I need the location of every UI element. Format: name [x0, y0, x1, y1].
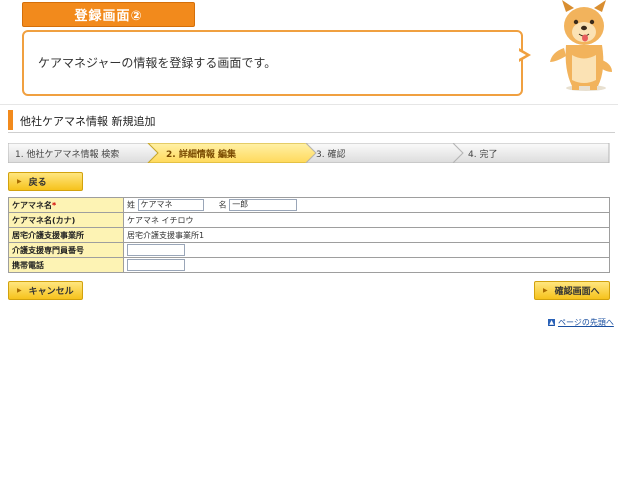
title-divider — [8, 132, 615, 133]
mobile-input[interactable] — [127, 259, 185, 271]
step-3: 3. 確認 — [316, 149, 346, 160]
kana-value: ケアマネ イチロウ — [123, 212, 610, 228]
speech-bubble-text: ケアマネジャーの情報を登録する画面です。 — [38, 56, 277, 70]
triangle-right-icon: ▶ — [543, 287, 548, 294]
caremanager-form: ケアマネ名* 姓 ケアマネ 名 一郎 ケアマネ名(カナ) ケアマネ イチロウ 居… — [8, 197, 610, 273]
last-name-input[interactable]: ケアマネ — [137, 199, 204, 211]
form-row-kana: ケアマネ名(カナ) ケアマネ イチロウ — [8, 212, 610, 228]
name-cell: 姓 ケアマネ 名 一郎 — [123, 197, 610, 213]
progress-steps: 1. 他社ケアマネ情報 検索 2. 詳細情報 編集 3. 確認 4. 完了 — [8, 143, 610, 163]
triangle-right-icon: ▶ — [17, 287, 22, 294]
step-2-active: 2. 詳細情報 編集 — [166, 149, 236, 160]
name-label: ケアマネ名* — [8, 197, 124, 213]
confirm-button[interactable]: ▶ 確認画面へ — [534, 281, 610, 300]
step-4: 4. 完了 — [468, 149, 498, 160]
cancel-button[interactable]: ▶ キャンセル — [8, 281, 83, 300]
form-row-name: ケアマネ名* 姓 ケアマネ 名 一郎 — [8, 197, 610, 213]
back-button-label: 戻る — [28, 178, 47, 188]
required-mark: * — [52, 200, 57, 210]
form-row-mobile: 携帯電話 — [8, 257, 610, 273]
title-accent-bar — [8, 110, 13, 130]
office-label: 居宅介護支援事業所 — [8, 227, 124, 243]
screen-title-tab: 登録画面② — [22, 2, 195, 27]
form-row-office: 居宅介護支援事業所 居宅介護支援事業所1 — [8, 227, 610, 243]
confirm-button-label: 確認画面へ — [554, 287, 600, 297]
office-value: 居宅介護支援事業所1 — [123, 227, 610, 243]
dog-mascot-icon — [550, 0, 612, 91]
first-name-input[interactable]: 一郎 — [229, 199, 298, 211]
page-title: 他社ケアマネ情報 新規追加 — [20, 115, 156, 128]
cancel-button-label: キャンセル — [28, 287, 74, 297]
cm-number-cell — [123, 242, 610, 258]
cm-number-label: 介護支援専門員番号 — [8, 242, 124, 258]
page-top-link[interactable]: ▲ ページの先頭へ — [548, 317, 614, 328]
step-1: 1. 他社ケアマネ情報 検索 — [15, 149, 120, 160]
first-name-prefix: 名 — [218, 200, 227, 210]
form-row-cm-number: 介護支援専門員番号 — [8, 242, 610, 258]
triangle-right-icon: ▶ — [17, 178, 22, 185]
header-divider — [0, 104, 618, 105]
speech-bubble: ケアマネジャーの情報を登録する画面です。 — [22, 30, 523, 96]
mobile-cell — [123, 257, 610, 273]
arrow-up-icon: ▲ — [548, 319, 555, 326]
cm-number-input[interactable] — [127, 244, 185, 256]
page-top-link-label: ページの先頭へ — [558, 318, 614, 327]
mobile-label: 携帯電話 — [8, 257, 124, 273]
kana-label: ケアマネ名(カナ) — [8, 212, 124, 228]
speech-bubble-tail-inner — [517, 50, 526, 60]
back-button[interactable]: ▶ 戻る — [8, 172, 83, 191]
last-name-prefix: 姓 — [127, 200, 135, 210]
